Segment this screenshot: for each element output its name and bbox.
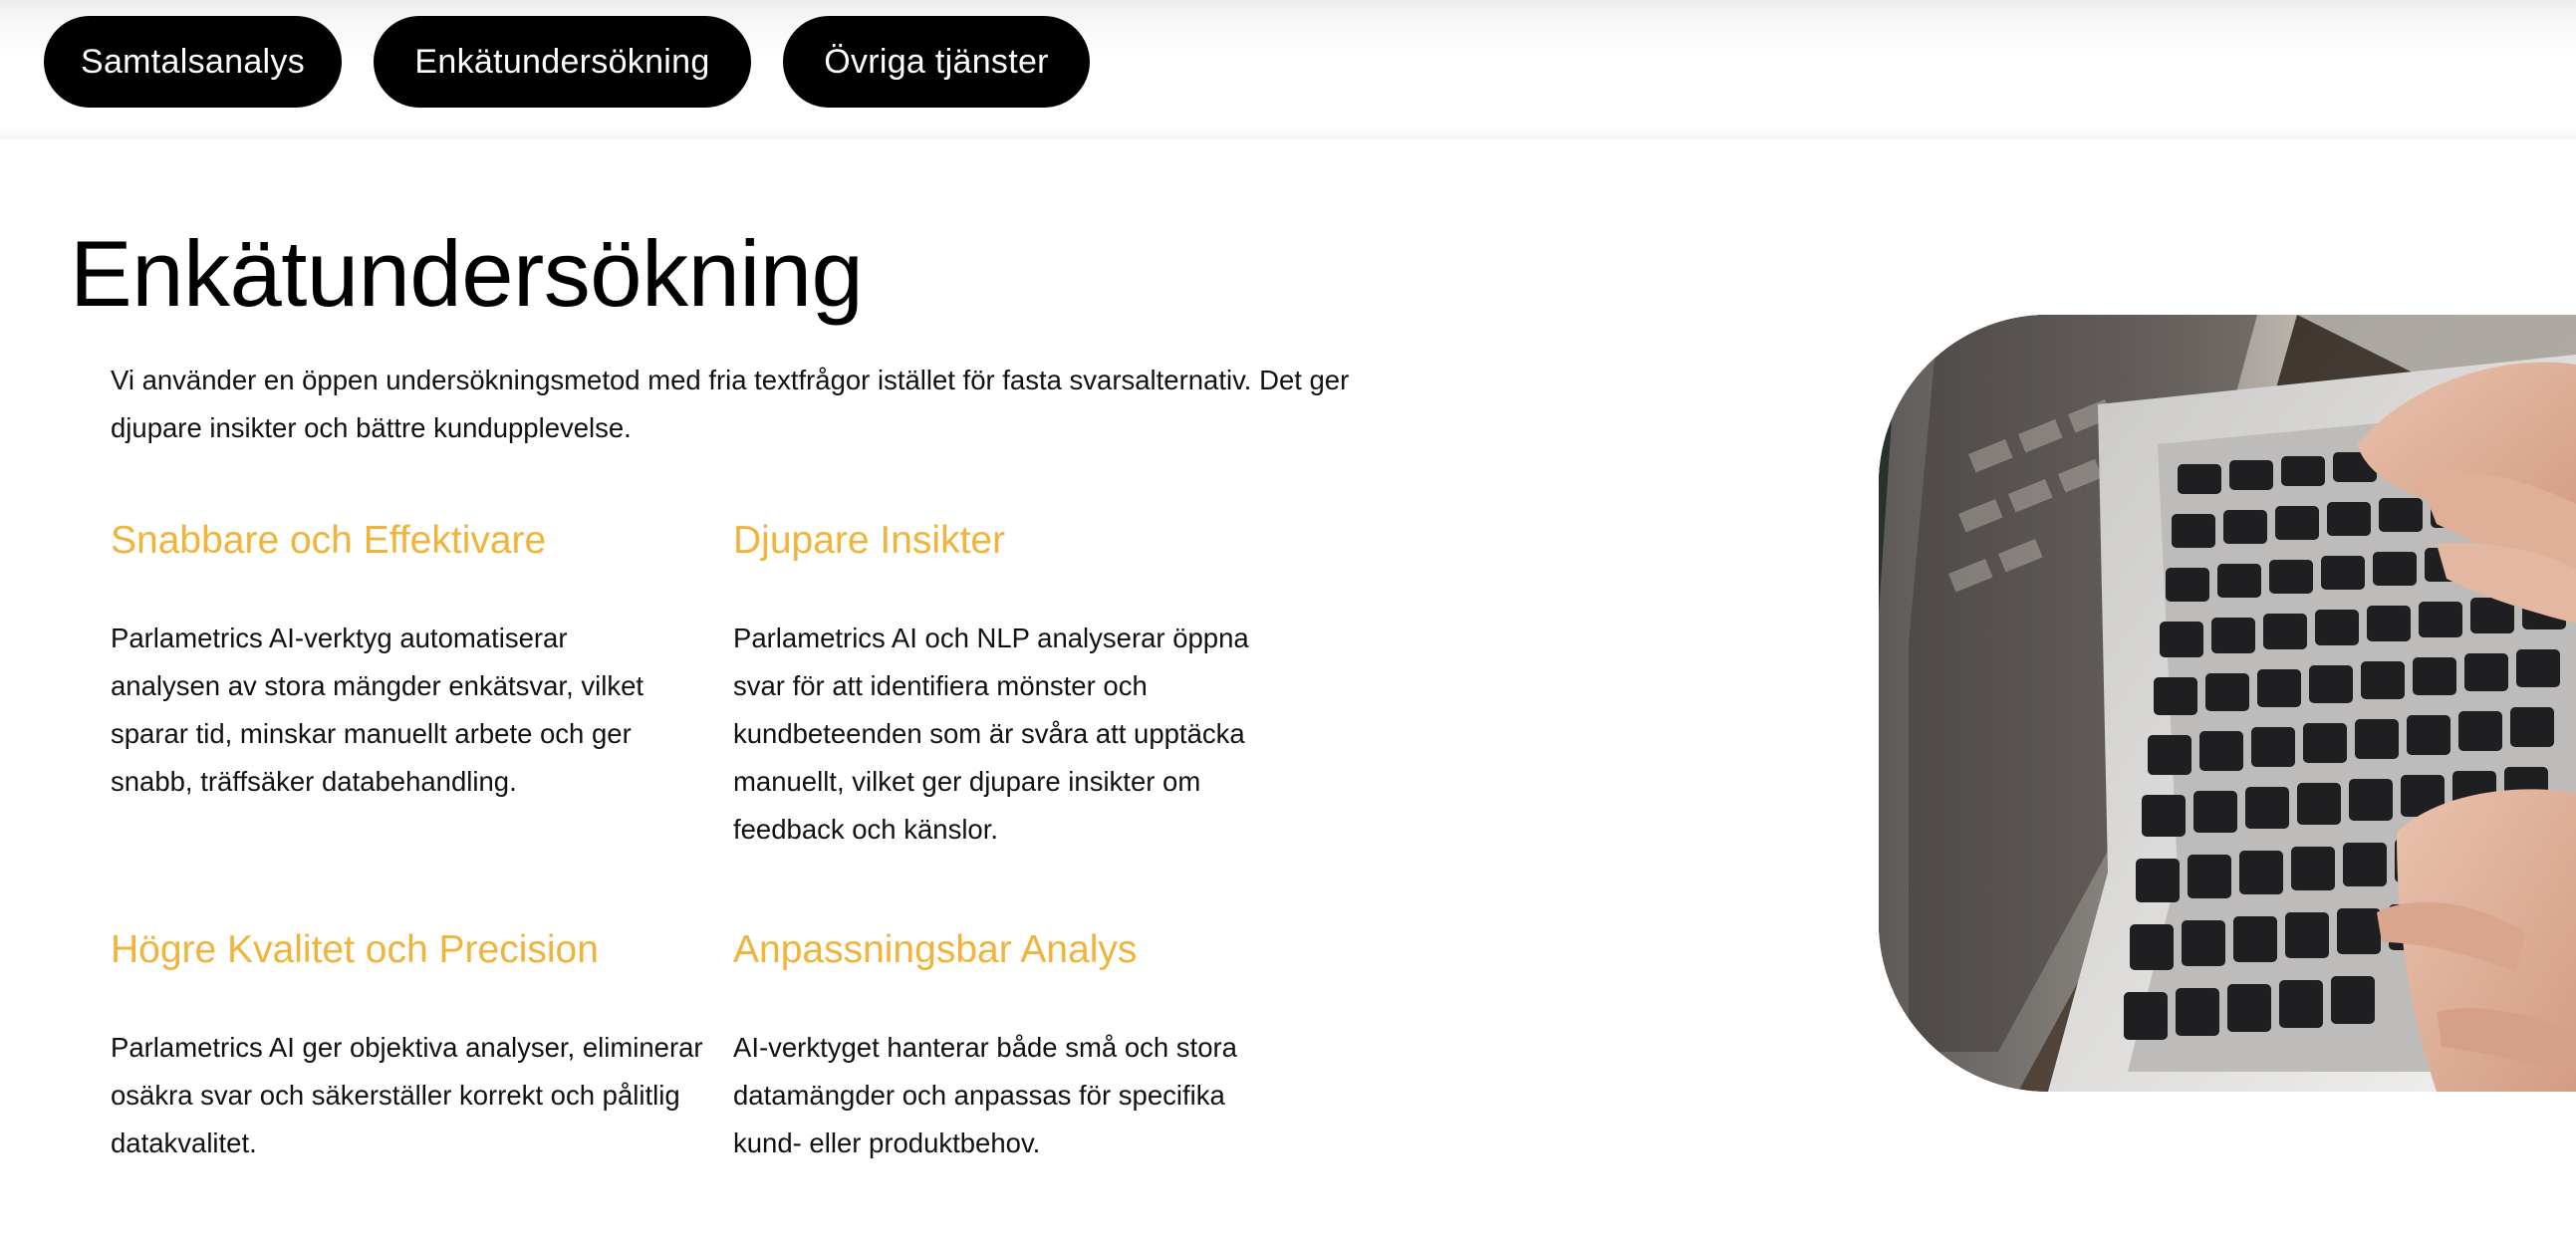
intro-text: Vi använder en öppen undersökningsmetod … bbox=[111, 365, 1350, 443]
nav-button-enkatundersokning[interactable]: Enkätundersökning bbox=[374, 16, 751, 108]
feature-quality: Högre Kvalitet och Precision Parlametric… bbox=[111, 920, 708, 1167]
feature-faster: Snabbare och Effektivare Parlametrics AI… bbox=[111, 511, 668, 806]
feature-title: Snabbare och Effektivare bbox=[111, 519, 547, 562]
laptop-illustration bbox=[1879, 315, 2576, 1092]
top-nav: Samtalsanalys Enkätundersökning Övriga t… bbox=[0, 0, 2576, 139]
feature-insights: Djupare Insikter Parlametrics AI och NLP… bbox=[733, 511, 1291, 854]
laptop-typing-photo bbox=[1879, 315, 2576, 1092]
feature-title: Anpassningsbar Analys bbox=[733, 928, 1138, 971]
page-title: Enkätundersökning bbox=[70, 221, 864, 326]
feature-title: Högre Kvalitet och Precision bbox=[111, 928, 599, 971]
nav-button-ovriga-tjanster[interactable]: Övriga tjänster bbox=[783, 16, 1090, 108]
feature-text: Parlametrics AI och NLP analyserar öppna… bbox=[733, 623, 1249, 845]
feature-text: AI-verktyget hanterar både små och stora… bbox=[733, 1032, 1237, 1158]
nav-button-samtalsanalys[interactable]: Samtalsanalys bbox=[44, 16, 342, 108]
feature-title: Djupare Insikter bbox=[733, 519, 1006, 562]
feature-text: Parlametrics AI-verktyg automatiserar an… bbox=[111, 623, 644, 797]
feature-text: Parlametrics AI ger objektiva analyser, … bbox=[111, 1032, 703, 1158]
feature-adaptable: Anpassningsbar Analys AI-verktyget hante… bbox=[733, 920, 1291, 1167]
